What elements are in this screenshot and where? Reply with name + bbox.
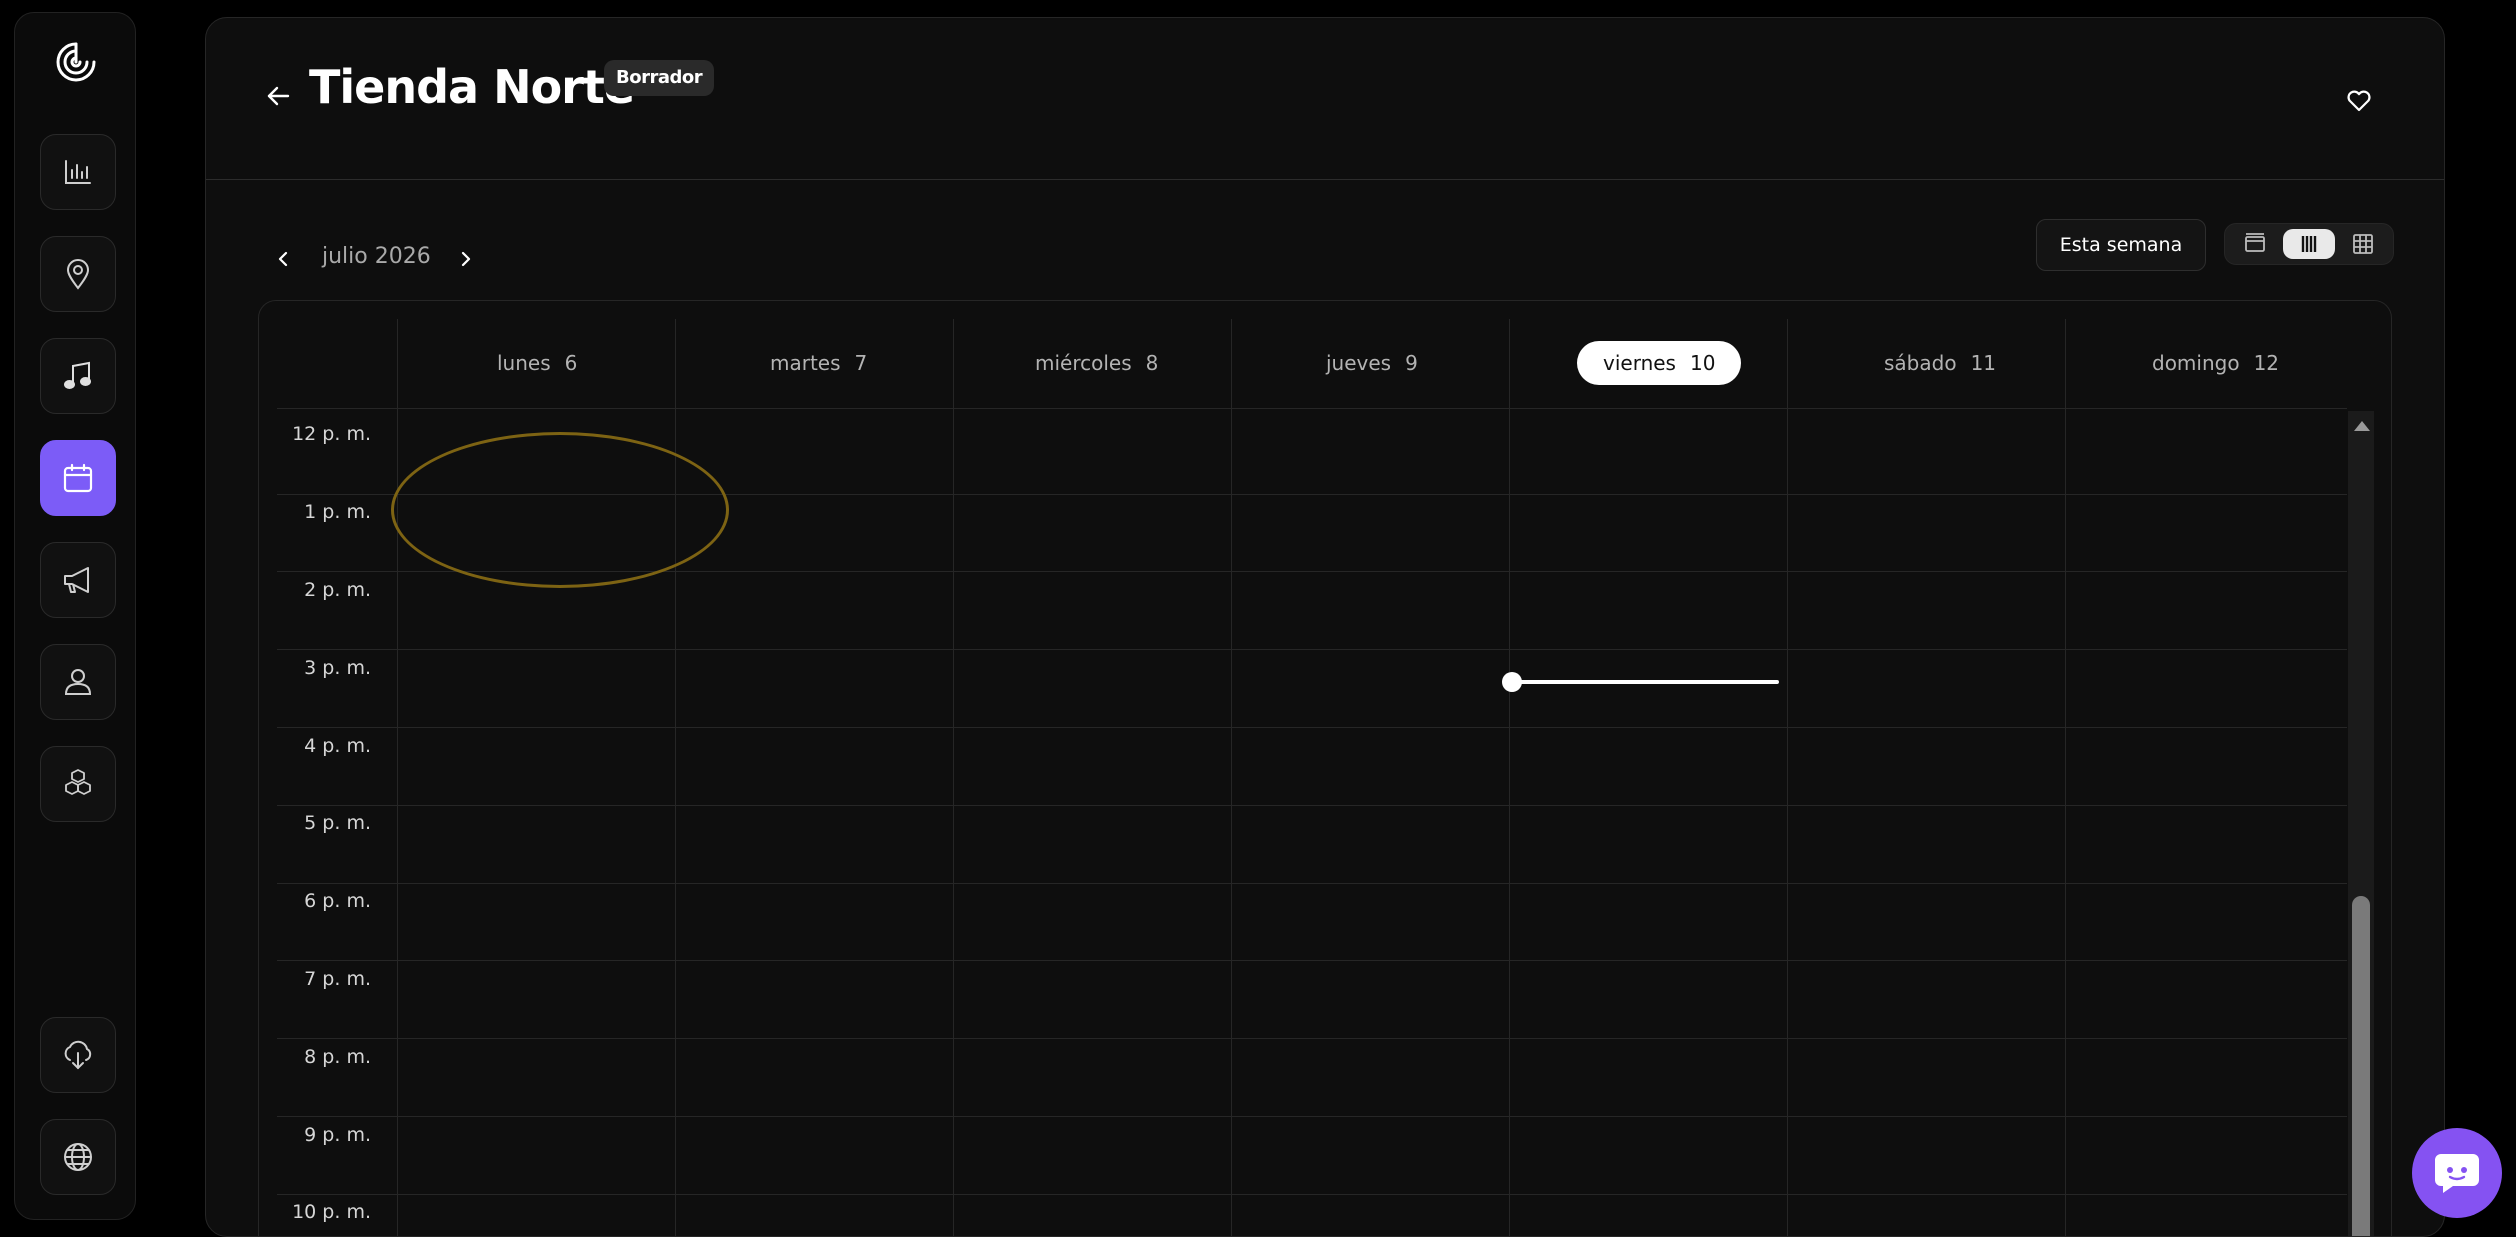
day-header-sunday[interactable]: domingo 12 [2152,341,2279,385]
hour-label: 8 p. m. [304,1046,371,1068]
sidebar-item-integrations[interactable] [40,746,116,822]
sidebar-item-analytics[interactable] [40,134,116,210]
this-week-button[interactable]: Esta semana [2036,219,2206,271]
highlight-annotation [391,432,729,588]
scrollbar-thumb[interactable] [2352,896,2370,1236]
view-day-button[interactable] [2229,229,2281,259]
hour-label: 7 p. m. [304,968,371,990]
globe-icon [64,1143,92,1171]
view-week-button[interactable] [2283,229,2335,259]
month-view-icon [2353,234,2373,254]
day-header-tuesday[interactable]: martes 7 [770,341,867,385]
current-time-dot [1502,672,1522,692]
user-icon [64,669,92,695]
cloud-download-icon [64,1040,92,1070]
sidebar-item-profile[interactable] [40,644,116,720]
hour-divider [277,1116,2347,1117]
hour-divider [277,1194,2347,1195]
column-divider [397,319,398,1236]
page-title: Tienda Norte [309,60,635,114]
day-number: 6 [564,351,578,375]
hour-divider [277,1038,2347,1039]
page-header: Tienda Norte Borrador [206,18,2444,180]
sidebar-item-language[interactable] [40,1119,116,1195]
hour-label: 10 p. m. [292,1201,371,1223]
chevron-right-icon [461,251,471,267]
month-label: julio 2026 [322,244,431,269]
day-header-saturday[interactable]: sábado 11 [1884,341,1996,385]
hour-divider [277,727,2347,728]
music-note-icon [64,361,91,389]
day-header-friday-today[interactable]: viernes 10 [1577,341,1742,385]
hour-label: 2 p. m. [304,579,371,601]
day-number: 9 [1405,351,1418,375]
header-divider [277,408,2347,409]
app-logo[interactable] [45,31,107,93]
day-number: 8 [1145,351,1159,375]
hour-label: 1 p. m. [304,501,371,523]
day-header-thursday[interactable]: jueves 9 [1326,341,1418,385]
day-name: viernes [1603,351,1676,375]
day-name: martes [770,351,841,375]
column-divider [2065,319,2066,1236]
hour-divider [277,883,2347,884]
next-month-button[interactable] [449,242,483,276]
chevron-left-icon [278,251,288,267]
day-name: sábado [1884,351,1957,375]
cubes-icon [65,769,91,795]
main-panel: Tienda Norte Borrador julio 2026 Esta se… [205,17,2445,1237]
day-name: miércoles [1035,351,1132,375]
megaphone-icon [64,567,89,593]
current-time-line [1513,680,1779,684]
prev-month-button[interactable] [266,242,300,276]
sidebar-item-download[interactable] [40,1017,116,1093]
day-header-wednesday[interactable]: miércoles 8 [1035,341,1158,385]
logo-icon [56,42,96,82]
analytics-icon [65,160,91,184]
column-divider [953,319,954,1236]
view-month-button[interactable] [2337,229,2389,259]
day-header-monday[interactable]: lunes 6 [497,341,577,385]
day-number: 10 [1689,351,1716,375]
day-number: 11 [1970,351,1997,375]
column-divider [1787,319,1788,1236]
column-divider [1509,319,1510,1236]
hour-divider [277,960,2347,961]
hour-label: 3 p. m. [304,657,371,679]
hour-label: 5 p. m. [304,812,371,834]
day-number: 7 [854,351,868,375]
view-mode-toggle [2224,223,2394,265]
hour-divider [277,649,2347,650]
column-divider [1231,319,1232,1236]
day-name: lunes [497,351,551,375]
day-name: jueves [1326,351,1392,375]
location-pin-icon [66,259,90,290]
sidebar-item-locations[interactable] [40,236,116,312]
hour-label: 4 p. m. [304,735,371,757]
sidebar-item-music[interactable] [40,338,116,414]
sidebar [14,12,136,1220]
calendar-icon [63,463,93,493]
day-name: domingo [2152,351,2240,375]
status-badge: Borrador [604,60,715,96]
hour-label: 12 p. m. [292,423,371,445]
heart-icon [2347,90,2371,112]
day-view-icon [2245,233,2265,252]
chat-bot-icon [2435,1154,2479,1193]
hour-label: 6 p. m. [304,890,371,912]
favorite-button[interactable] [2344,86,2374,116]
hour-label: 9 p. m. [304,1124,371,1146]
back-button[interactable] [256,74,300,118]
chat-support-button[interactable] [2412,1128,2502,1218]
week-calendar: lunes 6 martes 7 miércoles 8 jueves 9 vierne… [258,300,2392,1236]
hour-divider [277,805,2347,806]
day-number: 12 [2253,351,2280,375]
sidebar-item-campaigns[interactable] [40,542,116,618]
week-view-icon [2301,236,2317,252]
scroll-up-arrow[interactable] [2354,421,2370,431]
sidebar-item-calendar[interactable] [40,440,116,516]
arrow-left-icon [267,86,290,106]
